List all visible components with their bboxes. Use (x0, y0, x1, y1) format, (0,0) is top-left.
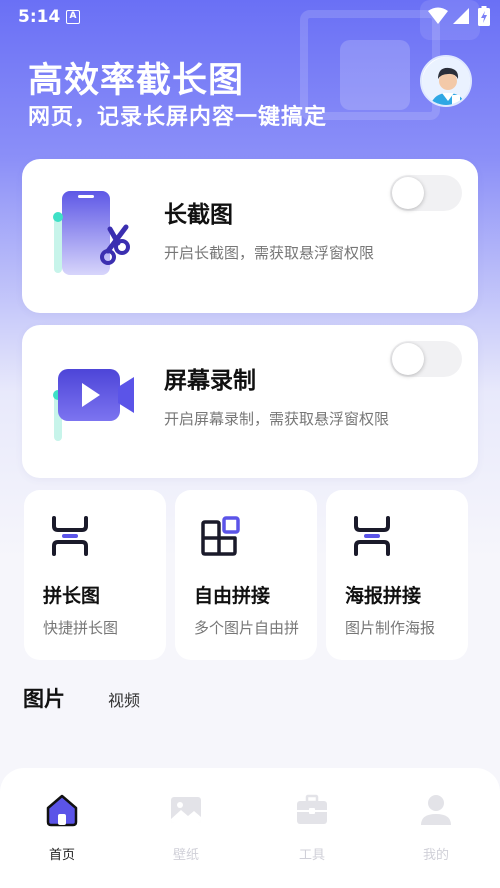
tool-title: 拼长图 (43, 585, 101, 607)
tool-card-stitch-long[interactable]: 拼长图 快捷拼长图 (24, 490, 166, 660)
toggle-knob (392, 343, 424, 375)
toggle-knob (392, 177, 424, 209)
page-title: 高效率截长图 (28, 61, 245, 101)
card-title: 长截图 (164, 202, 233, 228)
tool-title: 自由拼接 (194, 585, 271, 607)
status-time: 5:14 (18, 7, 61, 27)
decor-square (340, 40, 410, 110)
status-bar: 5:14 A (0, 0, 500, 34)
tool-card-free-stitch[interactable]: 自由拼接 多个图片自由拼 (175, 490, 317, 660)
accessibility-notification-icon: A (66, 10, 80, 24)
tool-description: 图片制作海报 (345, 619, 436, 637)
tab-videos[interactable]: 视频 (108, 687, 140, 711)
image-icon (171, 797, 201, 823)
tool-description: 快捷拼长图 (43, 619, 119, 637)
toolbox-icon (297, 794, 327, 824)
tool-title: 海报拼接 (345, 585, 422, 607)
nav-label: 工具 (298, 848, 325, 863)
page-subtitle: 网页，记录长屏内容一键搞定 (28, 105, 328, 130)
battery-charging-icon (478, 6, 490, 26)
bottom-navigation: 首页 壁纸 工具 我的 (0, 768, 500, 888)
signal-icon (453, 8, 469, 24)
nav-item-profile[interactable]: 我的 (396, 792, 476, 863)
screen-recording-card[interactable]: 屏幕录制 开启屏幕录制，需获取悬浮窗权限 (22, 325, 478, 478)
long-screenshot-card[interactable]: 长截图 开启长截图，需获取悬浮窗权限 (22, 159, 478, 313)
long-screenshot-toggle[interactable] (390, 175, 462, 211)
nav-label: 我的 (422, 848, 449, 863)
grid-icon (201, 516, 240, 556)
card-title: 屏幕录制 (164, 368, 256, 394)
tab-pictures[interactable]: 图片 (23, 683, 65, 713)
nav-item-home[interactable]: 首页 (22, 792, 102, 863)
card-description: 开启长截图，需获取悬浮窗权限 (164, 244, 375, 262)
card-description: 开启屏幕录制，需获取悬浮窗权限 (164, 410, 390, 428)
nav-label: 壁纸 (172, 848, 199, 863)
home-icon (46, 794, 78, 827)
tool-card-poster-stitch[interactable]: 海报拼接 图片制作海报 (326, 490, 468, 660)
avatar[interactable] (420, 55, 472, 107)
nav-item-tools[interactable]: 工具 (272, 792, 352, 863)
stitch-long-icon (52, 516, 88, 556)
nav-item-wallpaper[interactable]: 壁纸 (146, 792, 226, 863)
tool-description: 多个图片自由拼 (194, 619, 300, 637)
stitch-poster-icon (354, 516, 390, 556)
phone-scissors-icon (53, 191, 130, 275)
wifi-icon (428, 7, 448, 24)
nav-label: 首页 (48, 848, 75, 863)
user-icon (421, 795, 451, 825)
screen-recording-toggle[interactable] (390, 341, 462, 377)
video-camera-icon (53, 369, 134, 441)
